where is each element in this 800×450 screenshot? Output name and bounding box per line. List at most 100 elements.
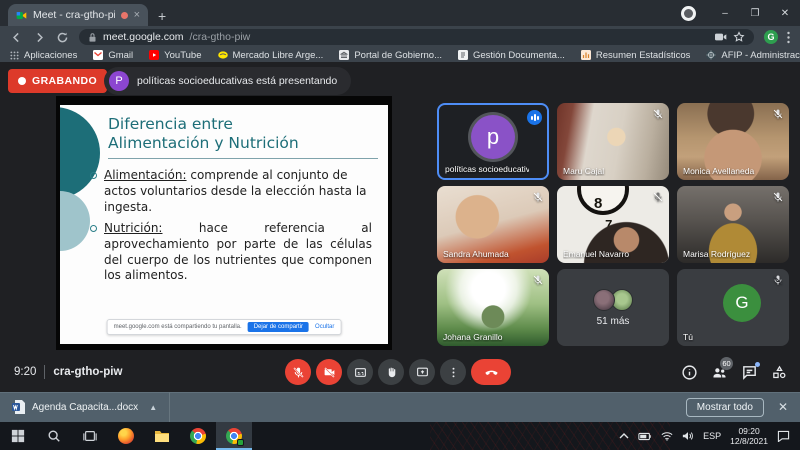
taskbar-date: 12/8/2021: [730, 436, 768, 446]
bookmark-apps[interactable]: Aplicaciones: [10, 50, 77, 61]
participant-name: Sandra Ahumada: [443, 249, 531, 259]
back-icon[interactable]: [10, 31, 23, 44]
address-bar[interactable]: meet.google.com/cra-gtho-piw: [79, 29, 754, 45]
volume-icon[interactable]: [682, 431, 694, 441]
bookmark-label: Gestión Documenta...: [473, 50, 565, 61]
download-bar: Agenda Capacita...docx ▲ Mostrar todo ✕: [0, 392, 800, 422]
bullet-marker-icon: [90, 172, 97, 179]
participant-name: Johana Granillo: [443, 332, 531, 342]
bookmark-portal-gobierno[interactable]: Portal de Gobierno...: [339, 50, 442, 61]
slide-bullets: Alimentación: comprende al conjunto de a…: [90, 168, 372, 285]
bookmark-label: Mercado Libre Arge...: [233, 50, 324, 61]
tab-close-icon[interactable]: ×: [134, 10, 140, 21]
battery-icon[interactable]: [638, 432, 652, 441]
bookmark-resumen-estadisticos[interactable]: Resumen Estadísticos: [581, 50, 691, 61]
show-all-downloads-button[interactable]: Mostrar todo: [686, 398, 764, 417]
taskbar-firefox[interactable]: [108, 422, 144, 450]
browser-menu-icon[interactable]: [787, 31, 790, 44]
forward-icon[interactable]: [33, 31, 46, 44]
task-view-button[interactable]: [72, 422, 108, 450]
present-screen-button[interactable]: [409, 359, 435, 385]
mic-off-icon: [292, 366, 305, 379]
window-profile-avatar[interactable]: [681, 6, 696, 21]
bookmark-mercadolibre[interactable]: Mercado Libre Arge...: [218, 50, 324, 61]
window-minimize-button[interactable]: –: [710, 0, 740, 26]
recording-badge: GRABANDO: [8, 69, 107, 93]
start-button[interactable]: [0, 422, 36, 450]
tile-sandra-ahumada[interactable]: Sandra Ahumada: [437, 186, 549, 263]
camera-toggle-button[interactable]: [316, 359, 342, 385]
presenting-banner: P políticas socioeducativas está present…: [104, 67, 351, 95]
taskbar-chrome[interactable]: [180, 422, 216, 450]
tile-monica-avellaneda[interactable]: Monica Avellaneda: [677, 103, 789, 180]
window-close-button[interactable]: ✕: [770, 0, 800, 26]
bookmark-gmail[interactable]: Gmail: [93, 50, 133, 61]
camera-in-use-icon[interactable]: [715, 32, 727, 42]
participants-button[interactable]: 60: [711, 364, 728, 381]
call-controls: [285, 359, 511, 385]
taskbar-clock[interactable]: 09:20 12/8/2021: [730, 426, 768, 446]
taskbar-file-explorer[interactable]: [144, 422, 180, 450]
tab-media-indicator-icon: [121, 12, 128, 19]
participant-grid: p políticas socioeducativ... Maru Cajal …: [437, 103, 789, 346]
tile-emanuel-navarro[interactable]: 8 7 Emanuel Navarro: [557, 186, 669, 263]
chrome-icon: [226, 428, 242, 444]
download-item[interactable]: Agenda Capacita...docx ▲: [0, 392, 169, 422]
bookmark-afip[interactable]: AFIP - Administraci...: [706, 50, 800, 61]
reload-icon[interactable]: [56, 31, 69, 44]
search-icon: [47, 429, 61, 443]
more-options-button[interactable]: [440, 359, 466, 385]
activities-button[interactable]: [771, 364, 788, 381]
screen-share-frame: Diferencia entre Alimentación y Nutrició…: [56, 96, 392, 350]
profile-avatar[interactable]: G: [764, 30, 778, 44]
tile-johana-granillo[interactable]: Johana Granillo: [437, 269, 549, 346]
tile-marisa-rodriguez[interactable]: Marisa Rodríguez: [677, 186, 789, 263]
bookmark-star-icon[interactable]: [733, 31, 745, 43]
more-participants-label: 51 más: [597, 316, 630, 327]
download-bar-close-icon[interactable]: ✕: [778, 400, 788, 414]
window-controls: – ❐ ✕: [681, 0, 800, 26]
participant-name: Maru Cajal: [563, 166, 651, 176]
chat-button[interactable]: [741, 364, 758, 381]
tray-expand-icon[interactable]: [619, 432, 629, 440]
present-screen-icon: [416, 366, 429, 379]
mic-off-icon: [772, 108, 784, 120]
bookmark-gestion-documental[interactable]: Gestión Documenta...: [458, 50, 565, 61]
language-indicator[interactable]: ESP: [703, 431, 721, 441]
taskbar-search-button[interactable]: [36, 422, 72, 450]
participant-avatar: G: [723, 284, 761, 322]
leave-call-button[interactable]: [471, 359, 511, 385]
tile-maru-cajal[interactable]: Maru Cajal: [557, 103, 669, 180]
new-tab-button[interactable]: +: [158, 9, 166, 23]
bookmark-youtube[interactable]: YouTube: [149, 50, 201, 61]
tile-you[interactable]: G Tú: [677, 269, 789, 346]
info-icon: [681, 364, 698, 381]
browser-tab-meet[interactable]: Meet - cra-gtho-piw ×: [8, 4, 148, 26]
tile-politicas-socioeducativas[interactable]: p políticas socioeducativ...: [437, 103, 549, 180]
taskbar-time: 09:20: [730, 426, 768, 436]
participants-count-badge: 60: [720, 357, 733, 370]
window-restore-button[interactable]: ❐: [740, 0, 770, 26]
file-explorer-icon: [154, 429, 170, 443]
desktop-screen: Meet - cra-gtho-piw × + – ❐ ✕ meet.googl…: [0, 0, 800, 450]
hangup-icon: [484, 365, 499, 380]
chat-notification-dot: [755, 362, 760, 367]
slide-title-line1: Diferencia entre: [108, 115, 378, 134]
bullet-term: Nutrición:: [104, 221, 162, 235]
gmail-icon: [93, 50, 103, 60]
hide-share-bar-link[interactable]: Ocultar: [315, 324, 334, 330]
action-center-icon[interactable]: [777, 430, 790, 442]
stop-sharing-button[interactable]: Dejar de compartir: [248, 322, 309, 332]
meeting-details-button[interactable]: [681, 364, 698, 381]
taskbar-chrome-active[interactable]: [216, 422, 252, 450]
more-participants-avatars: [593, 289, 633, 311]
download-caret-icon[interactable]: ▲: [149, 403, 157, 412]
captions-button[interactable]: [347, 359, 373, 385]
raise-hand-button[interactable]: [378, 359, 404, 385]
network-icon[interactable]: [661, 431, 673, 441]
government-icon: [339, 50, 349, 60]
mic-toggle-button[interactable]: [285, 359, 311, 385]
meeting-time: 9:20: [14, 366, 36, 378]
tile-more-participants[interactable]: 51 más: [557, 269, 669, 346]
bullet-marker-icon: [90, 225, 97, 232]
